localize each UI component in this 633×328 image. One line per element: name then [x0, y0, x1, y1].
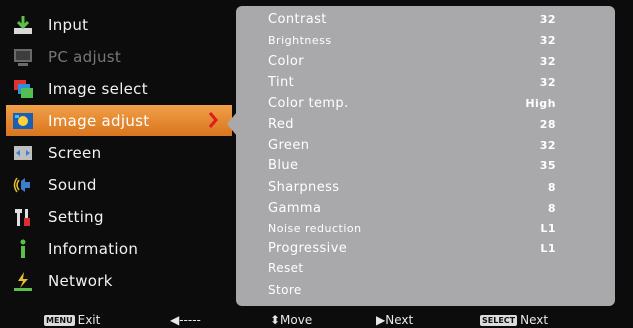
row-label: Store: [268, 283, 302, 297]
bottom-help-bar: MENU Exit ◀----- ⬍Move ▶Next SELECT Next: [0, 312, 633, 328]
row-value: 32: [539, 138, 556, 152]
menu-item-information[interactable]: Information: [6, 233, 232, 264]
menu-item-label: Information: [48, 239, 139, 258]
back-hint: ◀-----: [170, 313, 201, 327]
menu-item-label: Setting: [48, 207, 104, 226]
adjust-row-sharpness[interactable]: Sharpness 8: [268, 177, 608, 197]
menu-item-setting[interactable]: Setting: [6, 201, 232, 232]
move-hint: ⬍Move: [270, 313, 313, 327]
next-hint: ▶Next: [376, 313, 414, 327]
row-label: Green: [268, 137, 310, 153]
adjust-row-tint[interactable]: Tint 32: [268, 72, 608, 92]
input-icon: [12, 14, 34, 36]
pc-adjust-icon: [12, 46, 34, 68]
information-icon: [12, 238, 34, 260]
adjust-row-brightness[interactable]: Brightness 32: [268, 30, 608, 50]
menu-item-image-adjust[interactable]: Image adjust: [6, 105, 232, 136]
select-key-badge: SELECT: [480, 315, 518, 326]
screen-icon: [12, 142, 34, 164]
row-value: High: [525, 96, 556, 110]
row-label: Progressive: [268, 240, 348, 256]
row-value: 32: [539, 33, 556, 47]
image-adjust-panel: Contrast 32 Brightness 32 Color 32 Tint …: [236, 6, 615, 306]
row-label: Blue: [268, 157, 299, 173]
image-adjust-icon: [12, 110, 34, 132]
row-label: Contrast: [268, 11, 327, 27]
adjust-row-noise-reduction[interactable]: Noise reduction L1: [268, 218, 608, 238]
menu-item-image-select[interactable]: Image select: [6, 73, 232, 104]
menu-item-input[interactable]: Input: [6, 9, 232, 40]
row-value: 32: [539, 75, 556, 89]
row-label: Reset: [268, 261, 304, 275]
select-hint: SELECT Next: [480, 312, 548, 328]
menu-key-badge: MENU: [44, 315, 75, 326]
menu-item-label: PC adjust: [48, 47, 122, 66]
row-label: Tint: [268, 74, 295, 90]
exit-hint: MENU Exit: [44, 312, 100, 328]
menu-item-label: Screen: [48, 143, 102, 162]
menu-item-label: Network: [48, 271, 113, 290]
setting-icon: [12, 206, 34, 228]
row-value: 8: [547, 201, 556, 215]
projector-osd: Input PC adjust Image select Image adjus…: [0, 0, 633, 328]
row-value: 28: [539, 117, 556, 131]
image-select-icon: [12, 78, 34, 100]
menu-item-pc-adjust[interactable]: PC adjust: [6, 41, 232, 72]
row-value: 8: [547, 180, 556, 194]
row-label: Red: [268, 116, 294, 132]
chevron-right-icon: [208, 112, 218, 128]
adjust-row-progressive[interactable]: Progressive L1: [268, 238, 608, 258]
reset-button[interactable]: Reset: [268, 258, 608, 278]
menu-item-network[interactable]: Network: [6, 265, 232, 296]
menu-item-screen[interactable]: Screen: [6, 137, 232, 168]
menu-item-label: Input: [48, 15, 89, 34]
select-next-label: Next: [520, 313, 549, 327]
store-button[interactable]: Store: [268, 280, 608, 300]
adjust-row-contrast[interactable]: Contrast 32: [268, 9, 608, 29]
menu-item-label: Image select: [48, 79, 148, 98]
row-label: Noise reduction: [268, 221, 362, 235]
row-label: Color: [268, 53, 304, 69]
network-icon: [12, 270, 34, 292]
main-menu: Input PC adjust Image select Image adjus…: [6, 6, 232, 305]
adjust-row-gamma[interactable]: Gamma 8: [268, 198, 608, 218]
adjust-row-blue[interactable]: Blue 35: [268, 155, 608, 175]
row-value: L1: [540, 221, 556, 235]
menu-item-sound[interactable]: Sound: [6, 169, 232, 200]
menu-item-label: Image adjust: [48, 111, 150, 130]
row-label: Color temp.: [268, 95, 349, 111]
row-value: L1: [540, 241, 556, 255]
row-label: Brightness: [268, 33, 332, 47]
row-value: 32: [539, 54, 556, 68]
adjust-row-red[interactable]: Red 28: [268, 114, 608, 134]
adjust-row-color-temp[interactable]: Color temp. High: [268, 93, 608, 113]
adjust-row-green[interactable]: Green 32: [268, 135, 608, 155]
adjust-row-color[interactable]: Color 32: [268, 51, 608, 71]
row-value: 35: [539, 158, 556, 172]
sound-icon: [12, 174, 34, 196]
row-label: Sharpness: [268, 179, 340, 195]
exit-label: Exit: [77, 313, 101, 327]
row-value: 32: [539, 12, 556, 26]
menu-item-label: Sound: [48, 175, 97, 194]
row-label: Gamma: [268, 200, 322, 216]
